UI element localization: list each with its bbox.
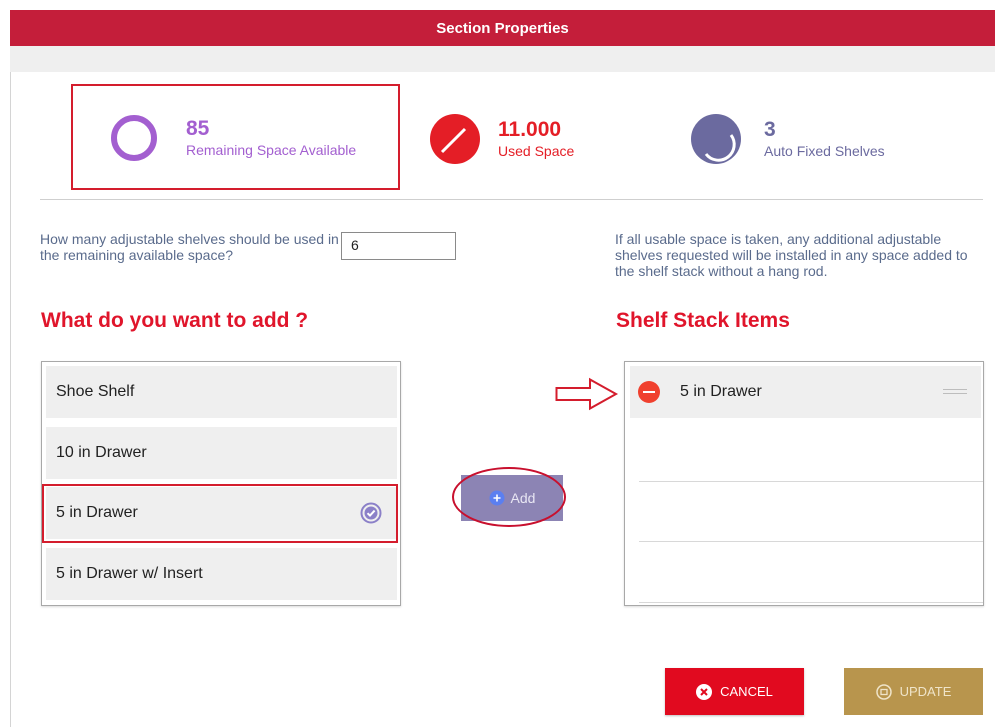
add-button-highlight [452,467,566,527]
update-button-label: UPDATE [899,684,952,699]
stack-item-label: 5 in Drawer [680,383,762,400]
auto-value: 3 [764,118,776,141]
arrow-right-icon [555,377,619,411]
cancel-button-label: CANCEL [720,684,773,699]
list-item[interactable]: 5 in Drawer w/ Insert [46,548,397,600]
shelves-question: How many adjustable shelves should be us… [40,231,339,263]
list-item[interactable]: 10 in Drawer [46,427,397,479]
divider [40,199,983,200]
used-value: 11.000 [498,118,562,141]
stack-item[interactable]: 5 in Drawer [630,366,981,418]
add-section-title: What do you want to add ? [41,309,309,332]
update-button[interactable]: UPDATE [844,668,983,715]
drag-handle-icon[interactable] [943,387,967,397]
page-title: Section Properties [436,19,569,37]
used-label: Used Space [498,143,575,159]
stat-used: 11.000 Used Space [429,113,574,165]
shelves-count-input[interactable]: 6 [341,232,456,260]
pie-full-icon [430,114,480,164]
list-item-label: 5 in Drawer w/ Insert [56,565,203,582]
stack-section-title: Shelf Stack Items [616,309,790,332]
remove-icon[interactable] [638,381,660,403]
row-separator [639,541,983,542]
header-spacer [10,46,995,72]
shelves-note: If all usable space is taken, any additi… [615,231,968,279]
pie-partial-icon [691,114,741,164]
cancel-icon [696,683,713,700]
stat-auto-fixed: 3 Auto Fixed Shelves [690,113,885,165]
shelf-stack-list: 5 in Drawer [624,361,984,606]
row-separator [639,602,983,603]
list-item[interactable]: Shoe Shelf [46,366,397,418]
selected-item-highlight [42,484,398,543]
header-bar: Section Properties [10,10,995,46]
list-item-label: 10 in Drawer [56,444,147,461]
auto-label: Auto Fixed Shelves [764,143,885,159]
update-icon [875,683,892,700]
remaining-highlight-box [71,84,400,190]
list-item-label: Shoe Shelf [56,383,135,400]
row-separator [639,481,983,482]
cancel-button[interactable]: CANCEL [665,668,804,715]
